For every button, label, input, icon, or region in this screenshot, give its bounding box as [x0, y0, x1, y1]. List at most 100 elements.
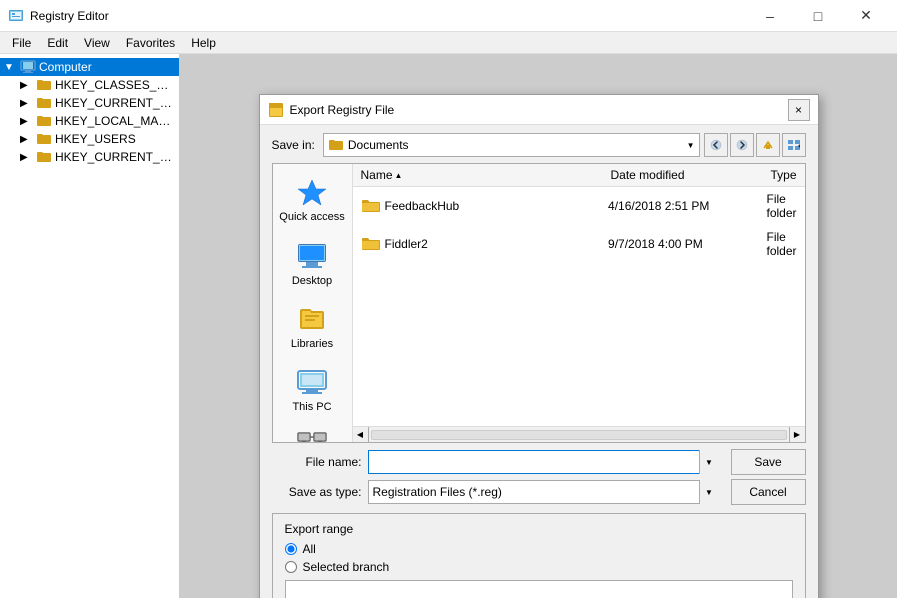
save-as-type-select[interactable]: Registration Files (*.reg) [368, 480, 719, 504]
tree-label-hkcu: HKEY_CURRENT_USER [55, 96, 175, 110]
branch-input[interactable] [285, 580, 793, 598]
file-area: Quick access [272, 163, 806, 443]
folder-icon-hkcr [36, 78, 52, 92]
file-name-row: File name: ▼ Save [272, 449, 806, 475]
libraries-icon [296, 303, 328, 335]
tree-arrow-hkcr: ▶ [20, 80, 36, 91]
minimize-button[interactable]: – [747, 0, 793, 32]
registry-tree: ▼ Computer ▶ HKEY [0, 54, 180, 598]
tree-label-hklm: HKEY_LOCAL_MACHINE [55, 114, 175, 128]
save-in-select[interactable]: Documents ▼ [323, 133, 700, 157]
desktop-icon [296, 240, 328, 272]
nav-item-libraries[interactable]: Libraries [273, 295, 352, 358]
save-in-value: Documents [348, 138, 409, 152]
menu-favorites[interactable]: Favorites [118, 34, 183, 52]
libraries-label: Libraries [291, 338, 333, 350]
file-name-feedbackhub: FeedbackHub [353, 196, 601, 216]
file-date-fiddler2: 9/7/2018 4:00 PM [600, 235, 758, 253]
forward-button[interactable] [730, 133, 754, 157]
horizontal-scrollbar[interactable]: ◀ ▶ [353, 426, 805, 442]
dialog-title-text: Export Registry File [290, 103, 788, 117]
save-as-type-label: Save as type: [272, 485, 362, 499]
desktop-label: Desktop [292, 275, 332, 287]
radio-all[interactable] [285, 543, 297, 555]
title-bar: Registry Editor – □ ✕ [0, 0, 897, 32]
radio-row-all: All [285, 542, 793, 556]
dialog-icon [268, 102, 284, 118]
dialog-toolbar [704, 133, 806, 157]
folder-icon-hkcu [36, 96, 52, 110]
col-date-header[interactable]: Date modified [602, 166, 762, 184]
save-as-type-arrow[interactable]: ▼ [699, 480, 719, 504]
quick-access-label: Quick access [279, 211, 344, 224]
file-name-dropdown-arrow[interactable]: ▼ [699, 450, 719, 474]
tree-item-hku[interactable]: ▶ HKEY_USERS [0, 130, 179, 148]
save-as-type-wrapper: Registration Files (*.reg) ▼ [368, 480, 719, 504]
menu-edit[interactable]: Edit [39, 34, 76, 52]
dialog-overlay: Export Registry File × Save in: [180, 54, 897, 598]
file-name-label-feedbackhub: FeedbackHub [385, 199, 460, 213]
tree-item-hklm[interactable]: ▶ HKEY_LOCAL_MACHINE [0, 112, 179, 130]
tree-arrow-hkcc: ▶ [20, 152, 36, 163]
quick-access-icon [296, 176, 328, 208]
tree-item-computer[interactable]: ▼ Computer [0, 58, 179, 76]
nav-item-quick-access[interactable]: Quick access [273, 168, 352, 232]
close-button[interactable]: ✕ [843, 0, 889, 32]
nav-item-network[interactable]: Network [273, 421, 352, 442]
back-button[interactable] [704, 133, 728, 157]
dialog-body: Save in: Documents ▼ [260, 125, 818, 598]
cancel-button[interactable]: Cancel [731, 479, 806, 505]
radio-selected-branch[interactable] [285, 561, 297, 573]
file-row-fiddler2[interactable]: Fiddler2 9/7/2018 4:00 PM File folder [353, 225, 805, 263]
file-row-feedbackhub[interactable]: FeedbackHub 4/16/2018 2:51 PM File folde… [353, 187, 805, 225]
save-button[interactable]: Save [731, 449, 806, 475]
this-pc-icon [296, 366, 328, 398]
sort-arrow: ▲ [395, 171, 403, 180]
radio-row-selected-branch: Selected branch [285, 560, 793, 574]
tree-arrow-hku: ▶ [20, 134, 36, 145]
file-date-feedbackhub: 4/16/2018 2:51 PM [600, 197, 758, 215]
tree-arrow-computer: ▼ [4, 62, 20, 73]
up-button[interactable] [756, 133, 780, 157]
file-name-input[interactable] [368, 450, 719, 474]
view-button[interactable] [782, 133, 806, 157]
tree-item-hkcc[interactable]: ▶ HKEY_CURRENT_CONFIG [0, 148, 179, 166]
save-as-type-row: Save as type: Registration Files (*.reg)… [272, 479, 806, 505]
menu-file[interactable]: File [4, 34, 39, 52]
menu-view[interactable]: View [76, 34, 118, 52]
menu-help[interactable]: Help [183, 34, 224, 52]
export-range-section: Export range All Selected branch [272, 513, 806, 598]
folder-icon-feedbackhub [361, 198, 381, 214]
export-dialog: Export Registry File × Save in: [259, 94, 819, 598]
scroll-left-btn[interactable]: ◀ [353, 427, 369, 443]
nav-item-desktop[interactable]: Desktop [273, 232, 352, 295]
tree-label-hkcc: HKEY_CURRENT_CONFIG [55, 150, 175, 164]
col-name-header[interactable]: Name ▲ [353, 166, 603, 184]
computer-icon [20, 60, 36, 74]
save-in-dropdown-arrow: ▼ [687, 141, 695, 150]
scrollbar-track[interactable] [371, 430, 787, 440]
file-list-container: Name ▲ Date modified Type [353, 164, 805, 442]
tree-item-hkcr[interactable]: ▶ HKEY_CLASSES_ROOT [0, 76, 179, 94]
app-icon [8, 8, 24, 24]
file-list-header: Name ▲ Date modified Type [353, 164, 805, 187]
scroll-right-btn[interactable]: ▶ [789, 427, 805, 443]
maximize-button[interactable]: □ [795, 0, 841, 32]
file-list-spacer [353, 263, 805, 426]
tree-arrow-hklm: ▶ [20, 116, 36, 127]
nav-item-this-pc[interactable]: This PC [273, 358, 352, 421]
tree-label-hku: HKEY_USERS [55, 132, 136, 146]
save-in-label: Save in: [272, 138, 315, 152]
window-controls: – □ ✕ [747, 0, 889, 32]
tree-label-hkcr: HKEY_CLASSES_ROOT [55, 78, 175, 92]
folder-icon-hkcc [36, 150, 52, 164]
tree-item-hkcu[interactable]: ▶ HKEY_CURRENT_USER [0, 94, 179, 112]
tree-label-computer: Computer [39, 60, 92, 74]
network-icon [296, 429, 328, 442]
file-name-fiddler2: Fiddler2 [353, 234, 601, 254]
dialog-close-button[interactable]: × [788, 99, 810, 121]
dialog-title-bar: Export Registry File × [260, 95, 818, 125]
right-content: Export Registry File × Save in: [180, 54, 897, 598]
radio-all-label: All [303, 542, 316, 556]
col-type-header[interactable]: Type [762, 166, 804, 184]
